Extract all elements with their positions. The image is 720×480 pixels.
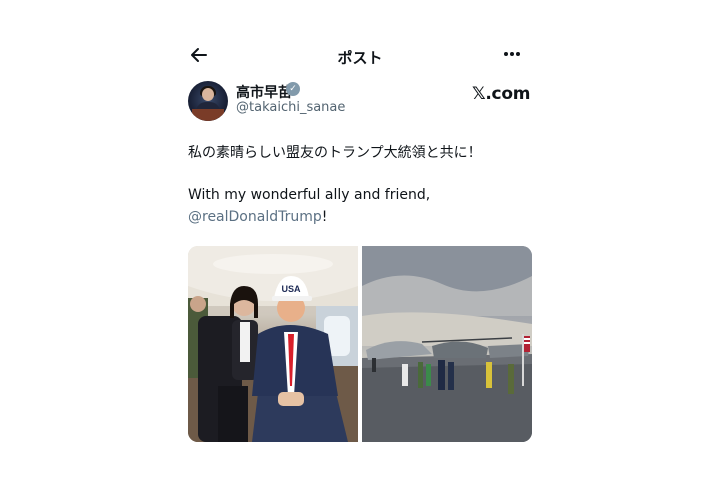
page-title: ポスト [337, 49, 383, 67]
avatar-face [202, 88, 214, 101]
photo-grid: USA [188, 246, 532, 442]
post-text-suffix: ! [321, 209, 328, 225]
photo-flight-deck-image [362, 246, 532, 442]
avatar[interactable] [188, 81, 228, 121]
post-text-mention-line: @realDonaldTrump! [188, 208, 327, 226]
post-text-english: With my wonderful ally and friend, [188, 187, 431, 203]
photo-airplane-cabin[interactable]: USA [188, 246, 358, 442]
more-button[interactable] [502, 42, 522, 67]
top-bar: ポスト [178, 44, 542, 70]
cap-text: USA [281, 284, 301, 294]
photo-airplane-cabin-image: USA [188, 246, 358, 442]
post-text-japanese: 私の素晴らしい盟友のトランプ大統領と共に！ [188, 145, 482, 161]
photo-flight-deck[interactable] [362, 246, 532, 442]
more-horizontal-icon [504, 52, 520, 56]
avatar-podium [192, 109, 224, 121]
post-card: ポスト 高市早苗 ✓ @takaichi_sanae 𝕏.com 私の素晴らしい… [178, 38, 542, 448]
mention-link[interactable]: @realDonaldTrump [188, 209, 322, 225]
x-logo-watermark: 𝕏.com [472, 84, 531, 104]
author-name[interactable]: 高市早苗 [236, 82, 292, 102]
verified-badge-icon: ✓ [286, 82, 300, 96]
author-handle[interactable]: @takaichi_sanae [236, 100, 345, 115]
